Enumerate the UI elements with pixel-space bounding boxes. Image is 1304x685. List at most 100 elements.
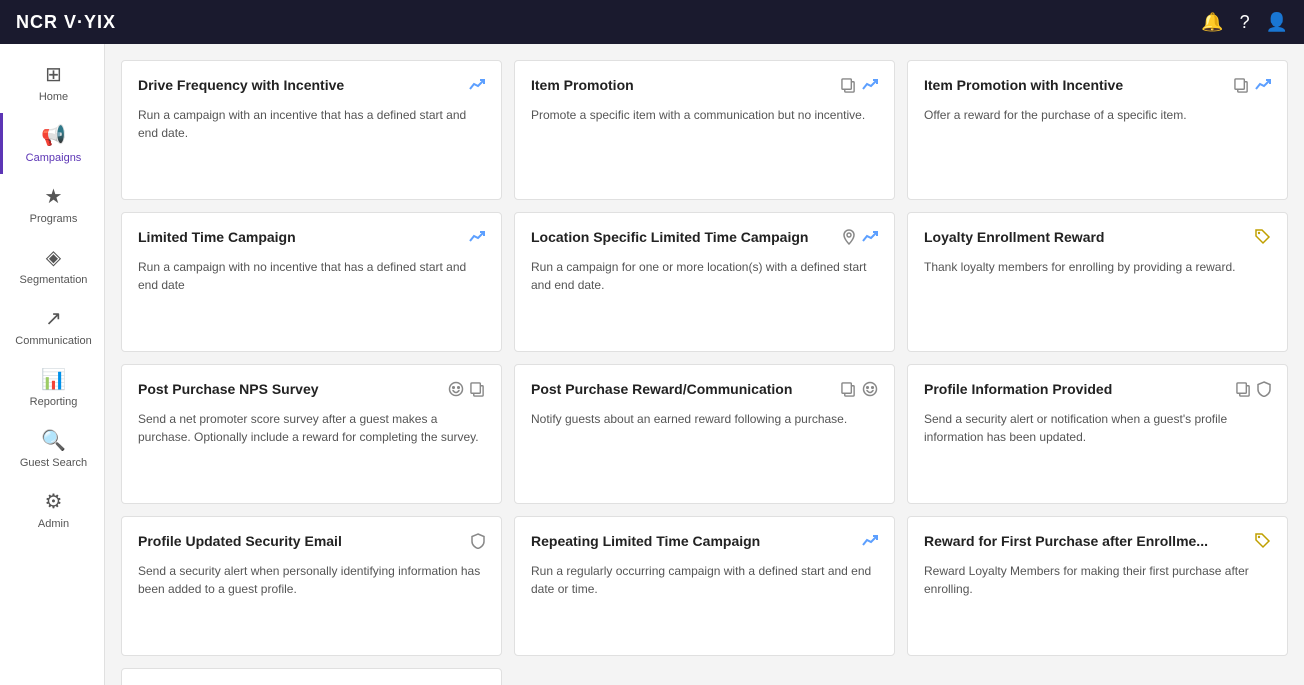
guest-search-icon: 🔍: [41, 428, 66, 453]
card-header: Post Purchase NPS Survey: [138, 381, 485, 400]
card-post-purchase-nps[interactable]: Post Purchase NPS Survey Send a net prom…: [121, 364, 502, 504]
card-title: Item Promotion with Incentive: [924, 77, 1234, 93]
card-title: Item Promotion: [531, 77, 841, 93]
copy-icon: [841, 78, 856, 96]
sidebar-item-guest-search[interactable]: 🔍 Guest Search: [0, 418, 104, 479]
sidebar-item-admin[interactable]: ⚙ Admin: [0, 479, 104, 540]
card-post-purchase-reward[interactable]: Post Purchase Reward/Communication Notif…: [514, 364, 895, 504]
card-title: Profile Updated Security Email: [138, 533, 471, 549]
card-icon-group: [471, 533, 485, 552]
card-header: Post Purchase Reward/Communication: [531, 381, 878, 400]
chart-up-icon: [862, 533, 878, 552]
copy-icon: [1234, 78, 1249, 96]
sidebar-item-label: Campaigns: [26, 152, 82, 164]
sidebar-item-communication[interactable]: ↗ Communication: [0, 296, 104, 357]
campaigns-icon: 📢: [41, 123, 66, 148]
nav-icon-group: 🔔 ? 👤: [1201, 12, 1288, 33]
card-title: Loyalty Enrollment Reward: [924, 229, 1255, 245]
card-loyalty-enrollment[interactable]: Loyalty Enrollment Reward Thank loyalty …: [907, 212, 1288, 352]
card-description: Run a campaign for one or more location(…: [531, 258, 878, 335]
card-icon-group: [1255, 533, 1271, 552]
card-icon-group: [841, 381, 878, 400]
card-header: Location Specific Limited Time Campaign: [531, 229, 878, 248]
communication-icon: ↗: [45, 306, 62, 331]
card-title: Limited Time Campaign: [138, 229, 469, 245]
sidebar-item-label: Segmentation: [20, 274, 88, 286]
card-profile-information[interactable]: Profile Information Provided Send a secu…: [907, 364, 1288, 504]
sidebar: ⊞ Home 📢 Campaigns ★ Programs ◈ Segmenta…: [0, 44, 105, 685]
card-icon-group: [448, 381, 485, 400]
sidebar-item-label: Communication: [15, 335, 91, 347]
card-description: Send a security alert when personally id…: [138, 562, 485, 639]
card-icon-group: [841, 77, 878, 96]
notifications-icon[interactable]: 🔔: [1201, 12, 1223, 33]
chart-up-icon: [1255, 77, 1271, 96]
card-profile-updated-security[interactable]: Profile Updated Security Email Send a se…: [121, 516, 502, 656]
card-description: Offer a reward for the purchase of a spe…: [924, 106, 1271, 183]
copy-icon: [841, 382, 856, 400]
card-description: Send a net promoter score survey after a…: [138, 410, 485, 487]
card-description: Promote a specific item with a communica…: [531, 106, 878, 183]
chart-up-icon: [469, 229, 485, 248]
card-reward-first-purchase[interactable]: Reward for First Purchase after Enrollme…: [907, 516, 1288, 656]
card-header: Drive Frequency with Incentive: [138, 77, 485, 96]
shield-icon: [471, 533, 485, 552]
card-description: Notify guests about an earned reward fol…: [531, 410, 878, 487]
sidebar-item-segmentation[interactable]: ◈ Segmentation: [0, 235, 104, 296]
cards-grid: Drive Frequency with Incentive Run a cam…: [121, 60, 1288, 685]
content-area: Drive Frequency with Incentive Run a cam…: [105, 44, 1304, 685]
copy-icon: [1236, 382, 1251, 400]
card-header: Limited Time Campaign: [138, 229, 485, 248]
sidebar-item-reporting[interactable]: 📊 Reporting: [0, 357, 104, 418]
top-nav: NCR V·YIX 🔔 ? 👤: [0, 0, 1304, 44]
card-title: Post Purchase NPS Survey: [138, 381, 448, 397]
card-icon-group: [469, 229, 485, 248]
card-icon-group: [842, 229, 878, 248]
card-location-specific[interactable]: Location Specific Limited Time Campaign …: [514, 212, 895, 352]
card-description: Thank loyalty members for enrolling by p…: [924, 258, 1271, 335]
programs-icon: ★: [45, 184, 63, 209]
card-header: Item Promotion with Incentive: [924, 77, 1271, 96]
app-logo: NCR V·YIX: [16, 12, 116, 33]
card-title: Profile Information Provided: [924, 381, 1236, 397]
help-icon[interactable]: ?: [1240, 12, 1250, 33]
main-layout: ⊞ Home 📢 Campaigns ★ Programs ◈ Segmenta…: [0, 44, 1304, 685]
user-avatar-icon[interactable]: 👤: [1266, 12, 1288, 33]
sidebar-item-label: Reporting: [30, 396, 78, 408]
card-description: Run a regularly occurring campaign with …: [531, 562, 878, 639]
card-title: Post Purchase Reward/Communication: [531, 381, 841, 397]
copy-icon: [470, 382, 485, 400]
card-limited-time[interactable]: Limited Time Campaign Run a campaign wit…: [121, 212, 502, 352]
card-description: Run a campaign with an incentive that ha…: [138, 106, 485, 183]
card-reward-item-purchase[interactable]: Reward for Item Purchase: [121, 668, 502, 685]
card-icon-group: [1234, 77, 1271, 96]
reporting-icon: 📊: [41, 367, 66, 392]
sidebar-item-home[interactable]: ⊞ Home: [0, 52, 104, 113]
card-header: Repeating Limited Time Campaign: [531, 533, 878, 552]
card-title: Repeating Limited Time Campaign: [531, 533, 862, 549]
tag-icon: [1255, 533, 1271, 552]
segmentation-icon: ◈: [46, 245, 61, 270]
smile-icon: [448, 381, 464, 400]
card-drive-frequency[interactable]: Drive Frequency with Incentive Run a cam…: [121, 60, 502, 200]
sidebar-item-campaigns[interactable]: 📢 Campaigns: [0, 113, 104, 174]
admin-icon: ⚙: [45, 489, 63, 514]
tag-icon: [1255, 229, 1271, 248]
card-title: Location Specific Limited Time Campaign: [531, 229, 842, 245]
sidebar-item-label: Guest Search: [20, 457, 87, 469]
card-icon-group: [1236, 381, 1271, 400]
card-repeating-limited-time[interactable]: Repeating Limited Time Campaign Run a re…: [514, 516, 895, 656]
location-icon: [842, 229, 856, 248]
card-item-promotion-incentive[interactable]: Item Promotion with Incentive Offer a re…: [907, 60, 1288, 200]
shield-icon: [1257, 381, 1271, 400]
card-header: Item Promotion: [531, 77, 878, 96]
card-header: Profile Information Provided: [924, 381, 1271, 400]
sidebar-item-programs[interactable]: ★ Programs: [0, 174, 104, 235]
sidebar-item-label: Programs: [30, 213, 78, 225]
card-header: Profile Updated Security Email: [138, 533, 485, 552]
card-title: Reward for First Purchase after Enrollme…: [924, 533, 1255, 549]
card-item-promotion[interactable]: Item Promotion Promote a specific item w…: [514, 60, 895, 200]
card-header: Reward for First Purchase after Enrollme…: [924, 533, 1271, 552]
card-header: Loyalty Enrollment Reward: [924, 229, 1271, 248]
card-icon-group: [469, 77, 485, 96]
